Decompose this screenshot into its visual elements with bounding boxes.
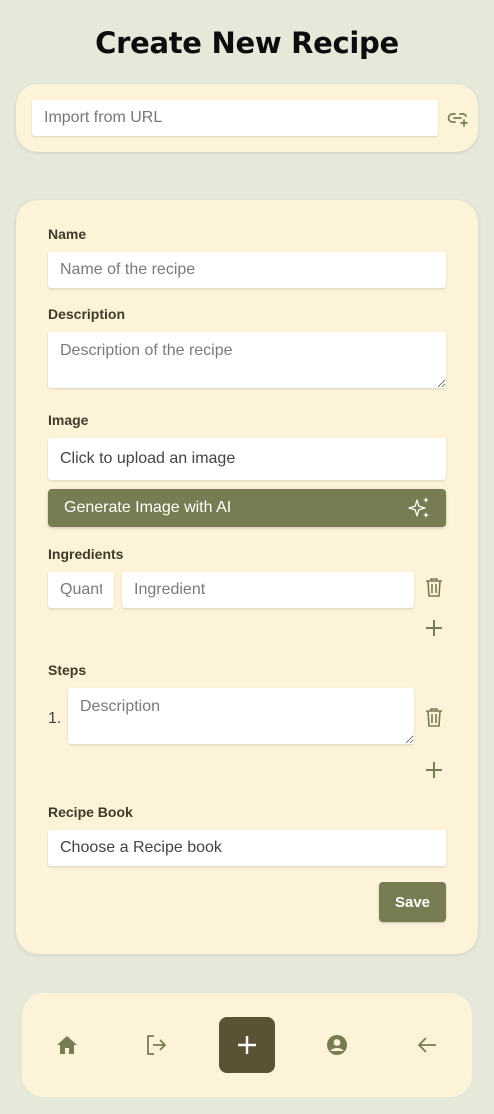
- trash-icon: [426, 578, 442, 597]
- image-label: Image: [48, 412, 89, 428]
- name-input[interactable]: [48, 252, 446, 288]
- image-upload-text: Click to upload an image: [60, 450, 236, 467]
- delete-step-button[interactable]: [422, 705, 446, 729]
- recipe-book-placeholder: Choose a Recipe book: [60, 839, 222, 856]
- nav-profile[interactable]: [323, 1031, 351, 1059]
- description-label: Description: [48, 306, 126, 322]
- step-description-input[interactable]: [68, 688, 414, 744]
- steps-label: Steps: [48, 662, 87, 678]
- sparkles-icon: [408, 497, 429, 518]
- nav-back[interactable]: [413, 1031, 441, 1059]
- ingredients-label: Ingredients: [48, 546, 124, 562]
- step-number: 1.: [48, 710, 62, 727]
- recipe-form: Name Description Image Click to upload a…: [16, 200, 478, 954]
- bottom-nav: [22, 993, 472, 1097]
- home-icon: [57, 1036, 77, 1054]
- plus-icon: [238, 1036, 256, 1054]
- name-label: Name: [48, 226, 87, 242]
- plus-icon: [426, 762, 442, 778]
- arrow-left-icon: [417, 1037, 436, 1053]
- image-upload-field[interactable]: Click to upload an image: [48, 438, 446, 480]
- import-link-button[interactable]: [438, 106, 478, 130]
- import-card: [16, 84, 478, 152]
- ingredient-quantity-input[interactable]: [48, 572, 114, 608]
- delete-ingredient-button[interactable]: [422, 575, 446, 599]
- import-url-input[interactable]: [32, 100, 438, 136]
- generate-image-ai-button[interactable]: Generate Image with AI: [48, 489, 446, 527]
- description-input[interactable]: [48, 332, 446, 388]
- recipe-book-label: Recipe Book: [48, 804, 133, 820]
- save-button[interactable]: Save: [379, 882, 446, 922]
- nav-home[interactable]: [53, 1031, 81, 1059]
- trash-icon: [426, 708, 442, 727]
- logout-icon: [147, 1035, 166, 1055]
- account-circle-icon: [327, 1035, 347, 1055]
- add-step-button[interactable]: [422, 758, 446, 782]
- plus-icon: [426, 620, 442, 636]
- link-plus-icon: [447, 113, 468, 127]
- ingredient-name-input[interactable]: [122, 572, 414, 608]
- page-title: Create New Recipe: [95, 26, 399, 60]
- generate-image-label: Generate Image with AI: [64, 499, 232, 516]
- nav-logout[interactable]: [142, 1031, 170, 1059]
- recipe-book-select[interactable]: Choose a Recipe book: [48, 830, 446, 866]
- add-ingredient-button[interactable]: [422, 616, 446, 640]
- nav-create-recipe[interactable]: [219, 1017, 275, 1073]
